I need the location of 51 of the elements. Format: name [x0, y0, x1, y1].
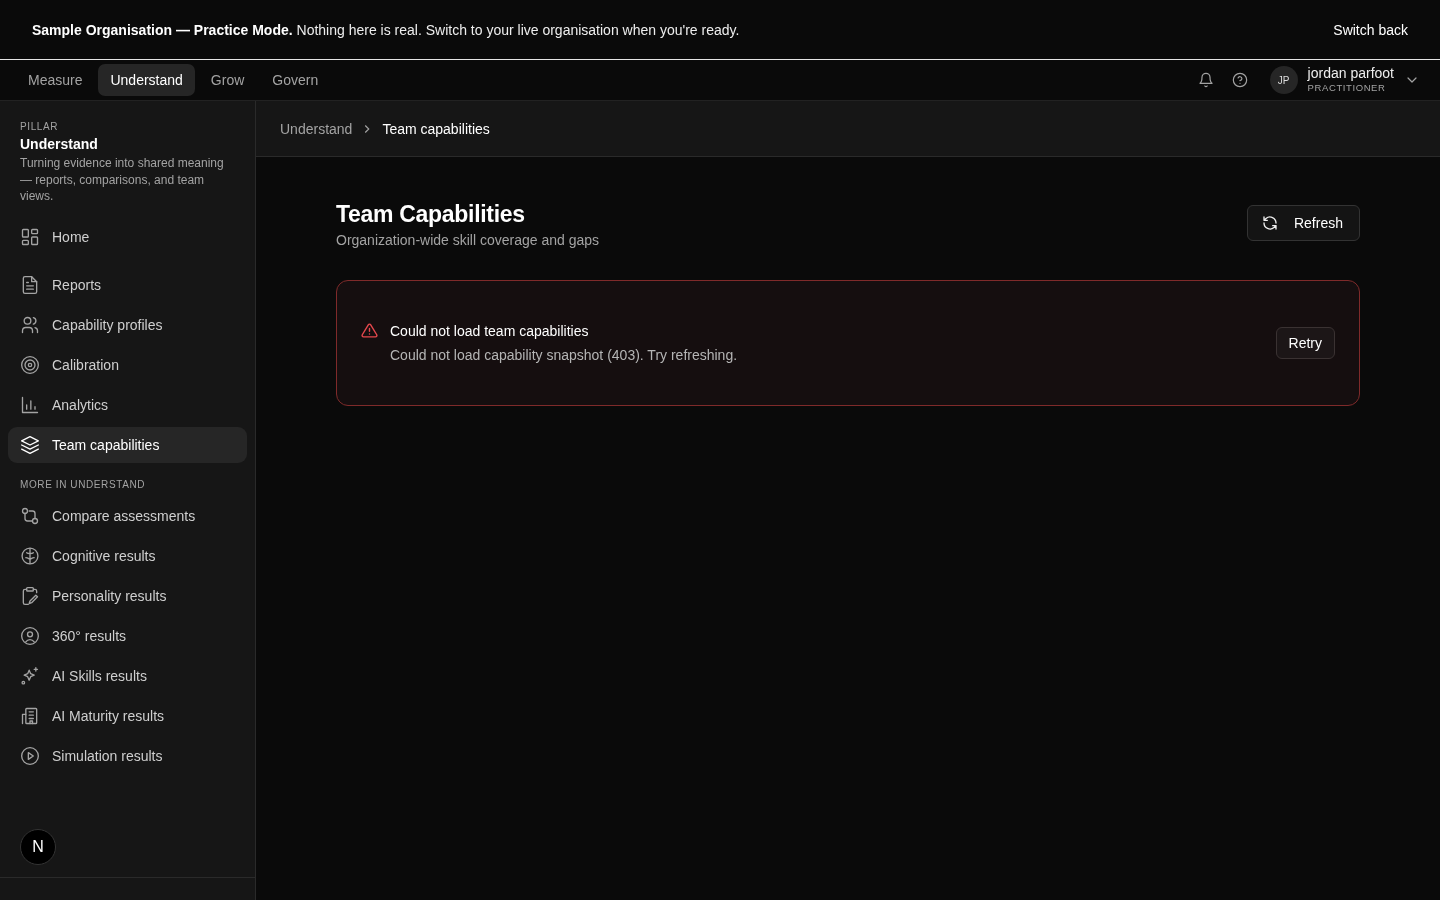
compare-icon	[20, 505, 40, 526]
section-label: PILLAR	[19, 121, 60, 132]
pillar-description: Turning evidence into shared meaning — reports, comparisons, and team views.	[19, 155, 225, 205]
sidebar-item[interactable]: Calibration	[8, 346, 247, 383]
pillar-title: Understand	[19, 135, 99, 154]
bell-icon[interactable]	[1197, 72, 1214, 88]
sidebar-item[interactable]: 360° results	[8, 617, 247, 654]
error-title: Could not load team capabilities	[390, 323, 590, 339]
person-icon	[20, 625, 40, 646]
sidebar-item[interactable]: Home	[8, 218, 247, 255]
sidebar-item[interactable]: Capability profiles	[8, 306, 247, 343]
user-avatar[interactable]: JP	[1269, 66, 1298, 94]
refresh-button[interactable]: Refresh	[1246, 205, 1360, 241]
bar-chart-icon	[20, 394, 40, 415]
sidebar-item[interactable]: Cognitive results	[8, 537, 247, 574]
sidebar-item[interactable]: AI Skills results	[8, 657, 247, 694]
page-subtitle: Organization-wide skill coverage and gaps	[336, 232, 600, 248]
users-icon	[20, 314, 40, 335]
sidebar-item[interactable]: Reports	[8, 266, 247, 303]
clipboard-icon	[20, 585, 40, 606]
nav-tab[interactable]: Understand	[98, 64, 195, 96]
breadcrumb-item: Team capabilities	[382, 120, 490, 137]
document-icon	[20, 274, 40, 295]
warning-icon	[361, 322, 378, 339]
practice-mode-notice: Sample Organisation — Practice Mode. Nothing here is real. Switch to your live organisation when you're ready.	[32, 21, 740, 38]
help-icon[interactable]	[1231, 72, 1248, 88]
sidebar-item[interactable]: AI Maturity results	[8, 697, 247, 734]
sidebar-item[interactable]: Compare assessments	[8, 497, 247, 534]
logo-badge[interactable]: N	[20, 829, 56, 865]
refresh-icon	[1261, 215, 1278, 231]
grid-icon	[20, 226, 40, 247]
sidebar-item[interactable]: Analytics	[8, 386, 247, 423]
error-message: Could not load capability snapshot (403). Try refreshing.	[390, 347, 739, 363]
breadcrumb-item[interactable]: Understand	[280, 120, 353, 137]
target-icon	[20, 354, 40, 375]
nav-tab[interactable]: Govern	[260, 64, 331, 96]
user-name: jordan parfoot	[1307, 65, 1394, 81]
sparkle-icon	[20, 665, 40, 686]
play-icon	[20, 745, 40, 766]
retry-button[interactable]: Retry	[1275, 327, 1335, 359]
user-role: PRACTITIONER	[1307, 81, 1387, 95]
building-icon	[20, 705, 40, 726]
sidebar-item[interactable]: Team capabilities	[8, 426, 247, 463]
sidebar-item[interactable]: Personality results	[8, 577, 247, 614]
page-title: Team Capabilities	[336, 201, 526, 228]
layers-icon	[20, 434, 40, 455]
nav-tab[interactable]: Grow	[198, 64, 257, 96]
section-label: MORE IN UNDERSTAND	[19, 477, 147, 492]
nav-tab[interactable]: Measure	[16, 64, 95, 96]
switch-back-button[interactable]: Switch back	[1329, 17, 1412, 42]
sidebar-item[interactable]: Simulation results	[8, 737, 247, 774]
